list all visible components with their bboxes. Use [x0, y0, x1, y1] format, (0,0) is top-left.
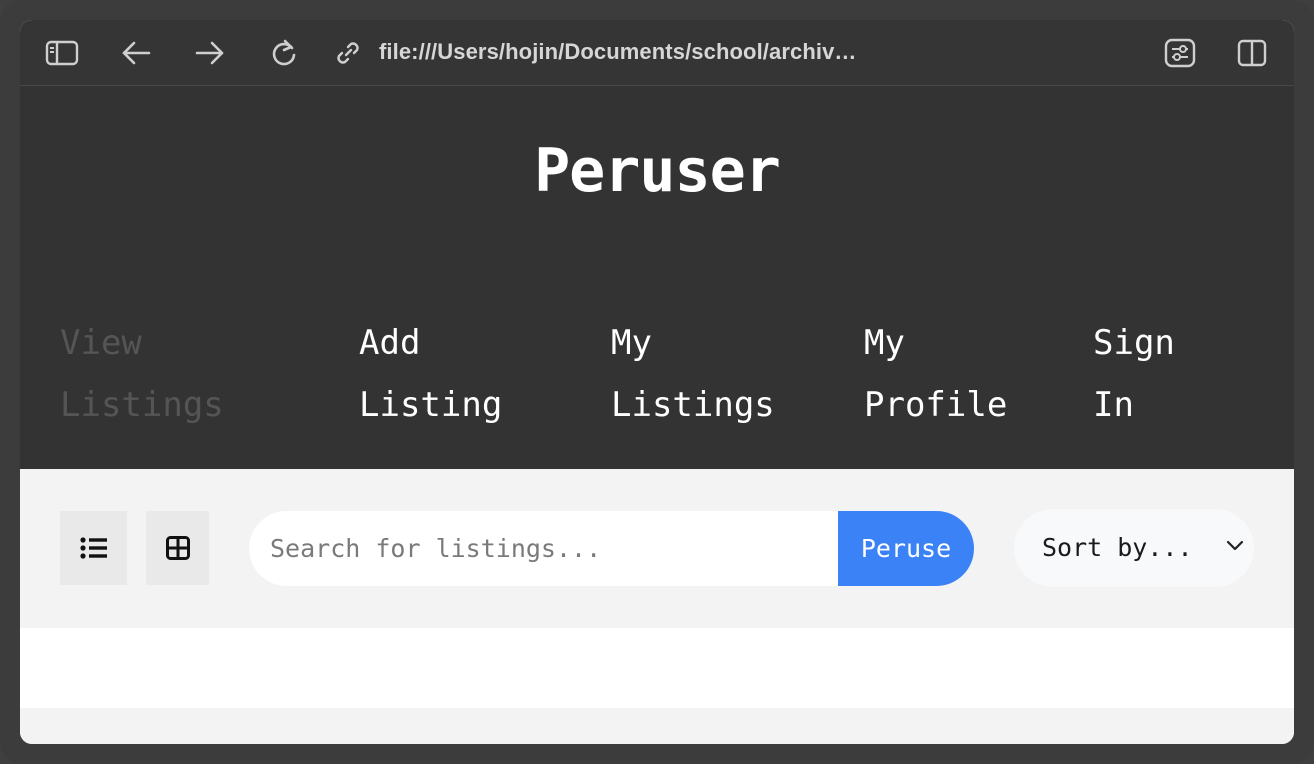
search-input[interactable] [249, 511, 839, 586]
address-bar-url[interactable]: file:///Users/hojin/Documents/school/arc… [379, 39, 857, 65]
nav-my-listings[interactable]: My Listings [611, 312, 831, 436]
forward-arrow-icon[interactable] [193, 36, 227, 70]
listings-container [20, 628, 1294, 708]
chevron-down-icon [1226, 540, 1244, 551]
window-frame: file:///Users/hojin/Documents/school/arc… [0, 0, 1314, 764]
nav-view-listings[interactable]: View Listings [60, 312, 280, 436]
site-title: Peruser [534, 136, 781, 206]
list-view-icon [79, 537, 107, 559]
list-view-button[interactable] [60, 511, 127, 585]
grid-view-button[interactable] [146, 511, 209, 585]
nav-add-listing[interactable]: Add Listing [359, 312, 579, 436]
back-arrow-icon[interactable] [119, 36, 153, 70]
nav-sign-in[interactable]: Sign In [1093, 312, 1294, 436]
search-bar: Peruse [249, 511, 974, 586]
browser-toolbar: file:///Users/hojin/Documents/school/arc… [20, 20, 1294, 86]
page-settings-icon[interactable] [1163, 36, 1197, 70]
grid-view-icon [165, 536, 190, 560]
split-view-icon[interactable] [1235, 36, 1269, 70]
reload-icon[interactable] [267, 36, 301, 70]
sort-selected-value: Sort by... [1042, 533, 1193, 562]
browser-window: file:///Users/hojin/Documents/school/arc… [20, 20, 1294, 744]
nav-my-profile[interactable]: My Profile [864, 312, 1084, 436]
peruse-button[interactable]: Peruse [838, 511, 974, 586]
listing-controls: Peruse Sort by... [20, 469, 1294, 628]
page-footer [20, 708, 1294, 744]
sidebar-icon[interactable] [45, 36, 79, 70]
link-icon [331, 36, 365, 70]
site-header: Peruser View Listings Add Listing My Lis… [20, 86, 1294, 469]
sort-dropdown[interactable]: Sort by... [1014, 509, 1254, 587]
